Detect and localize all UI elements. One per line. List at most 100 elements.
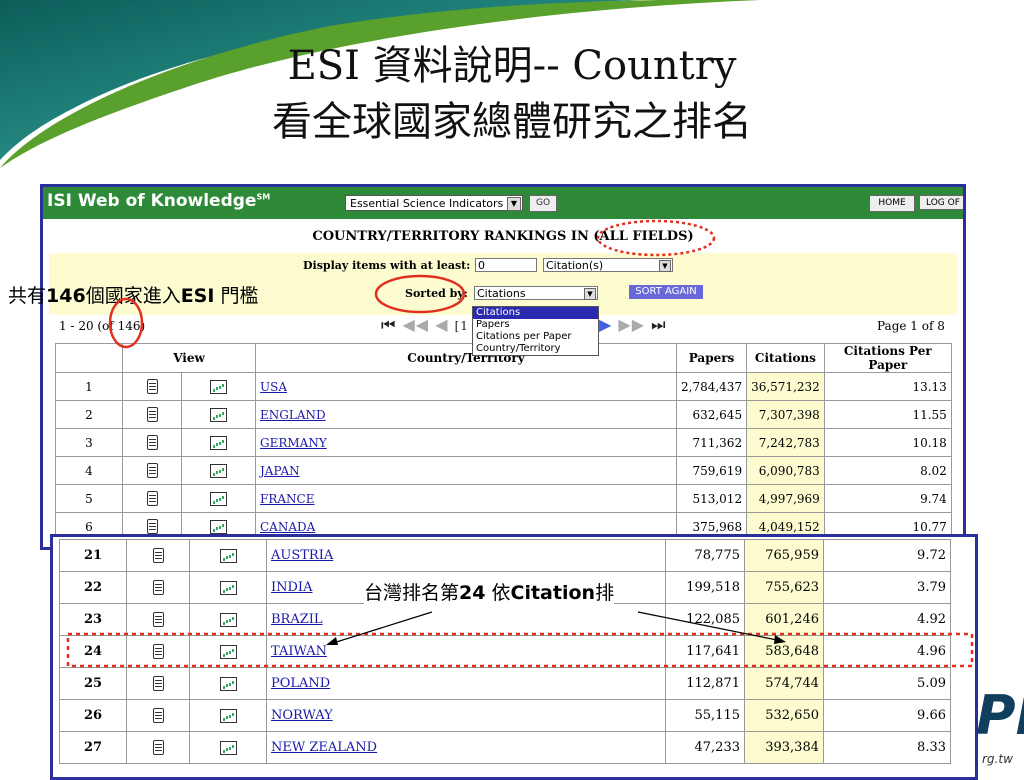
- next-ten-icon[interactable]: ▶▶: [618, 315, 645, 334]
- bar-chart-icon[interactable]: [210, 463, 227, 478]
- doc-cell[interactable]: [126, 603, 190, 636]
- doc-cell[interactable]: [122, 484, 182, 513]
- country-link[interactable]: GERMANY: [260, 436, 327, 450]
- country-cell[interactable]: USA: [255, 372, 677, 401]
- country-link[interactable]: FRANCE: [260, 492, 314, 506]
- doc-cell[interactable]: [122, 456, 182, 485]
- bar-chart-icon[interactable]: [219, 644, 237, 659]
- last-page-icon[interactable]: ⏭: [651, 315, 666, 334]
- bar-chart-icon[interactable]: [210, 379, 227, 394]
- chart-cell[interactable]: [189, 699, 267, 732]
- country-link[interactable]: AUSTRIA: [271, 548, 333, 563]
- chart-cell[interactable]: [181, 372, 256, 401]
- document-icon[interactable]: [152, 708, 164, 723]
- country-header[interactable]: Country/Territory: [255, 343, 677, 373]
- prev-page-icon[interactable]: ◀: [435, 315, 448, 334]
- logoff-button[interactable]: LOG OF: [919, 195, 963, 210]
- country-cell[interactable]: FRANCE: [255, 484, 677, 513]
- bar-chart-icon[interactable]: [210, 435, 227, 450]
- country-cell[interactable]: ENGLAND: [255, 400, 677, 429]
- home-button[interactable]: HOME: [869, 195, 915, 212]
- sort-option[interactable]: Citations per Paper: [473, 331, 598, 343]
- country-count-annotation: 共有146個國家進入ESI 門檻: [8, 285, 259, 307]
- country-link[interactable]: INDIA: [271, 580, 312, 595]
- document-icon[interactable]: [152, 676, 164, 691]
- country-cell[interactable]: AUSTRIA: [266, 539, 666, 572]
- rank-cell: 22: [59, 571, 127, 604]
- bar-chart-icon[interactable]: [210, 491, 227, 506]
- chart-cell[interactable]: [189, 731, 267, 764]
- bar-chart-icon[interactable]: [219, 708, 237, 723]
- document-icon[interactable]: [152, 580, 164, 595]
- sort-option[interactable]: Country/Territory: [473, 343, 598, 355]
- pager-next-controls[interactable]: ▶ ▶▶ ⏭: [599, 315, 667, 335]
- bar-chart-icon[interactable]: [219, 580, 237, 595]
- doc-cell[interactable]: [122, 372, 182, 401]
- sort-option[interactable]: Papers: [473, 319, 598, 331]
- document-icon[interactable]: [146, 435, 158, 450]
- go-button[interactable]: GO: [529, 195, 557, 212]
- country-link[interactable]: TAIWAN: [271, 644, 327, 659]
- pager-prev-controls[interactable]: ⏮ ◀◀ ◀ [1 |: [381, 315, 479, 335]
- chart-cell[interactable]: [189, 667, 267, 700]
- document-icon[interactable]: [146, 407, 158, 422]
- threshold-unit-select[interactable]: Citation(s) ▼: [543, 258, 673, 272]
- country-link[interactable]: BRAZIL: [271, 612, 323, 627]
- document-icon[interactable]: [146, 463, 158, 478]
- bar-chart-icon[interactable]: [219, 740, 237, 755]
- country-cell[interactable]: JAPAN: [255, 456, 677, 485]
- citations-header[interactable]: Citations: [746, 343, 825, 373]
- country-cell[interactable]: POLAND: [266, 667, 666, 700]
- document-icon[interactable]: [152, 740, 164, 755]
- country-link[interactable]: NEW ZEALAND: [271, 740, 377, 755]
- document-icon[interactable]: [146, 491, 158, 506]
- chart-cell[interactable]: [189, 603, 267, 636]
- chart-cell[interactable]: [181, 456, 256, 485]
- doc-cell[interactable]: [122, 428, 182, 457]
- country-link[interactable]: JAPAN: [260, 464, 300, 478]
- country-link[interactable]: POLAND: [271, 676, 330, 691]
- chart-cell[interactable]: [189, 635, 267, 668]
- threshold-input[interactable]: 0: [475, 258, 537, 272]
- database-select[interactable]: Essential Science Indicators ▼: [345, 195, 523, 211]
- country-link[interactable]: CANADA: [260, 520, 315, 534]
- country-cell[interactable]: NORWAY: [266, 699, 666, 732]
- doc-cell[interactable]: [122, 400, 182, 429]
- document-icon[interactable]: [152, 612, 164, 627]
- bar-chart-icon[interactable]: [219, 548, 237, 563]
- document-icon[interactable]: [146, 379, 158, 394]
- bar-chart-icon[interactable]: [210, 407, 227, 422]
- chart-cell[interactable]: [181, 428, 256, 457]
- doc-cell[interactable]: [126, 731, 190, 764]
- country-link[interactable]: NORWAY: [271, 708, 333, 723]
- bar-chart-icon[interactable]: [219, 676, 237, 691]
- prev-ten-icon[interactable]: ◀◀: [403, 315, 430, 334]
- chart-cell[interactable]: [181, 484, 256, 513]
- first-page-icon[interactable]: ⏮: [381, 315, 396, 334]
- chart-cell[interactable]: [189, 539, 267, 572]
- doc-cell[interactable]: [126, 539, 190, 572]
- document-icon[interactable]: [146, 519, 158, 534]
- document-icon[interactable]: [152, 644, 164, 659]
- country-link[interactable]: USA: [260, 380, 287, 394]
- doc-cell[interactable]: [126, 571, 190, 604]
- bar-chart-icon[interactable]: [210, 519, 227, 534]
- country-cell[interactable]: GERMANY: [255, 428, 677, 457]
- bar-chart-icon[interactable]: [219, 612, 237, 627]
- document-icon[interactable]: [152, 548, 164, 563]
- country-cell[interactable]: TAIWAN: [266, 635, 666, 668]
- cpp-header[interactable]: Citations Per Paper: [823, 343, 952, 373]
- papers-header[interactable]: Papers: [675, 343, 748, 373]
- sort-option[interactable]: Citations: [473, 307, 598, 319]
- doc-cell[interactable]: [126, 667, 190, 700]
- country-cell[interactable]: NEW ZEALAND: [266, 731, 666, 764]
- country-link[interactable]: ENGLAND: [260, 408, 326, 422]
- sort-select[interactable]: Citations ▼: [474, 286, 598, 300]
- chart-cell[interactable]: [181, 400, 256, 429]
- country-cell[interactable]: BRAZIL: [266, 603, 666, 636]
- doc-cell[interactable]: [126, 635, 190, 668]
- next-page-icon[interactable]: ▶: [599, 315, 612, 334]
- chart-cell[interactable]: [189, 571, 267, 604]
- sort-again-button[interactable]: SORT AGAIN: [629, 285, 703, 299]
- doc-cell[interactable]: [126, 699, 190, 732]
